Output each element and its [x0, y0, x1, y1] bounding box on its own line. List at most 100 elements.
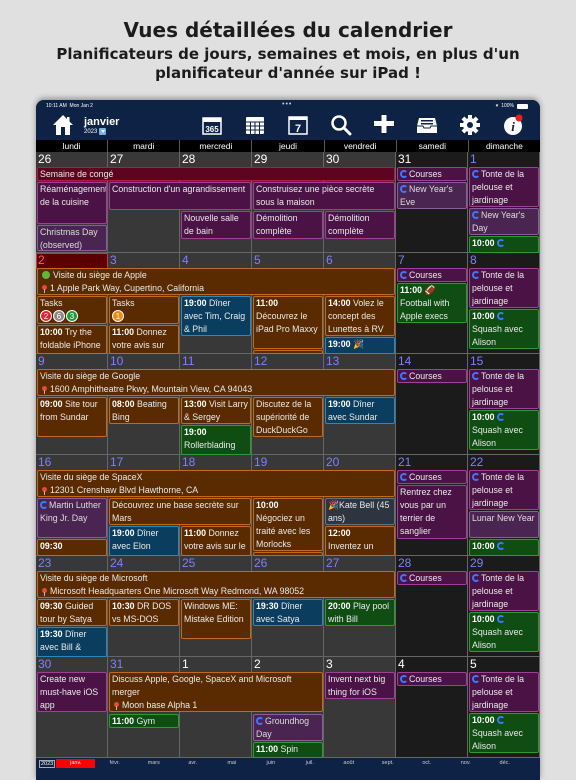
- month-tab[interactable]: juil.: [290, 759, 329, 768]
- day-number: 7: [398, 253, 405, 267]
- month-tab[interactable]: sept.: [368, 759, 407, 768]
- event-intro[interactable]: 09:30 Introduction: [37, 539, 107, 556]
- event-feedback[interactable]: 11:00 Donnez votre avis sur: [109, 325, 179, 354]
- event-lawn[interactable]: Tonte de la pelouse et jardinage: [469, 369, 539, 409]
- event-squash[interactable]: 10:00 Squash avec Alison: [469, 410, 539, 450]
- event-demolition[interactable]: Démolition complète: [253, 211, 323, 239]
- event-holiday[interactable]: Groundhog Day: [253, 714, 323, 741]
- event-vacation-week[interactable]: Semaine de congé: [37, 167, 395, 181]
- weekday-label: mardi: [108, 140, 181, 152]
- event-groceries[interactable]: Courses: [397, 470, 467, 484]
- event-spacex-visit[interactable]: Visite du siège de SpaceX 12301 Crenshaw …: [37, 470, 395, 497]
- event-gym[interactable]: 11:00 Gym: [109, 714, 179, 728]
- info-icon[interactable]: i: [502, 114, 524, 136]
- tasks-summary[interactable]: Tasks 2 6 3: [37, 296, 107, 324]
- month-tab[interactable]: oct.: [407, 759, 446, 768]
- event-squash[interactable]: 10:00 Squash avec Alison: [469, 713, 539, 753]
- event-dinner[interactable]: 19:00 Dîner avec Tim, Craig & Phil: [181, 296, 251, 336]
- event-more[interactable]: [253, 552, 323, 556]
- year-view-365-icon[interactable]: 365: [201, 114, 223, 136]
- event-bathroom[interactable]: Nouvelle salle de bain: [181, 211, 251, 239]
- month-label[interactable]: janvier: [84, 116, 119, 128]
- event-holiday[interactable]: Lunar New Year: [469, 511, 539, 538]
- event-microsoft-visit[interactable]: Visite du siège de Microsoft Microsoft He…: [37, 571, 395, 598]
- event-lawn[interactable]: Tonte de la pelouse et jardinage: [469, 167, 539, 207]
- event-demolition[interactable]: Démolition complète: [325, 211, 395, 239]
- event-groceries[interactable]: Courses: [397, 268, 467, 282]
- event-google-visit[interactable]: Visite du siège de Google 1600 Amphitheat…: [37, 369, 395, 396]
- event-rollerblading[interactable]: 19:00 Rollerblading with: [181, 425, 251, 455]
- event-dinner[interactable]: 19:30 Dîner avec Bill & Melinda: [37, 627, 107, 657]
- event-holiday[interactable]: Martin Luther King Jr. Day: [37, 498, 107, 538]
- event-birthday[interactable]: 🎉Kate Bell (45 ans): [325, 498, 395, 525]
- event-lawn[interactable]: Tonte de la pelouse et jardinage: [469, 470, 539, 510]
- month-tab[interactable]: août: [329, 759, 368, 768]
- event-windows-me[interactable]: Windows ME: Mistake Edition: [181, 599, 251, 639]
- month-grid-icon[interactable]: [244, 114, 266, 136]
- event-lawn[interactable]: Tonte de la pelouse et jardinage: [469, 571, 539, 611]
- event-groceries[interactable]: Courses: [397, 167, 467, 181]
- event-guided-tour[interactable]: 09:30 Guided tour by Satya: [37, 599, 107, 626]
- add-icon[interactable]: [373, 114, 395, 136]
- multitask-dots[interactable]: •••: [282, 101, 292, 108]
- event-apple-visit[interactable]: Visite du siège de Apple 1 Apple Park Way…: [37, 268, 395, 295]
- event-next-big-thing[interactable]: Invent next big thing for iOS: [325, 672, 395, 699]
- event-dinner[interactable]: 19:00 Dîner avec Elon: [109, 526, 179, 556]
- settings-gear-icon[interactable]: [459, 114, 481, 136]
- home-icon[interactable]: [52, 114, 74, 136]
- event-dinner[interactable]: 19:00 Dîner avec Sundar: [325, 397, 395, 424]
- event-badger-tunnel[interactable]: Rentrez chez vous par un terrier de sang…: [397, 485, 467, 539]
- inbox-icon[interactable]: [416, 114, 438, 136]
- event-holiday[interactable]: New Year's Eve: [397, 182, 467, 209]
- event-dinner[interactable]: 19:30 Dîner avec Satya: [253, 599, 323, 626]
- chevron-down-icon[interactable]: [99, 128, 107, 135]
- month-tab[interactable]: janv.: [56, 759, 96, 768]
- event-pool[interactable]: 20:00 Play pool with Bill: [325, 599, 395, 626]
- event-larry-sergey[interactable]: 13:00 Visit Larry & Sergey: [181, 397, 251, 424]
- month-tab[interactable]: nov.: [446, 759, 485, 768]
- month-tab[interactable]: juin: [251, 759, 290, 768]
- month-tab[interactable]: mai: [212, 759, 251, 768]
- event-spin[interactable]: 11:00 Spin class: [253, 742, 323, 758]
- event-lawn[interactable]: Tonte de la pelouse et jardinage: [469, 268, 539, 308]
- event-bing[interactable]: 08:00 Beating Bing: [109, 397, 179, 424]
- event-squash[interactable]: 10:00: [469, 236, 539, 253]
- month-tab[interactable]: déc.: [485, 759, 524, 768]
- event-squash[interactable]: 10:00 Squash avec Alison: [469, 309, 539, 349]
- month-bar-year[interactable]: 2023: [39, 760, 56, 768]
- event-invent[interactable]: 12:00 Inventez un: [325, 526, 395, 556]
- event-extension[interactable]: Construction d'un agrandissement: [109, 182, 251, 210]
- event-dos[interactable]: 10:30 DR DOS vs MS-DOS: [109, 599, 179, 626]
- month-tab[interactable]: avr.: [173, 759, 212, 768]
- event-holiday[interactable]: Christmas Day (observed): [37, 225, 107, 251]
- event-squash[interactable]: 10:00: [469, 539, 539, 556]
- event-site-tour[interactable]: 09:00 Site tour from Sundar: [37, 397, 107, 437]
- event-groceries[interactable]: Courses: [397, 672, 467, 686]
- month-tab[interactable]: févr.: [95, 759, 134, 768]
- event-mars-base[interactable]: Découvrez une base secrète sur Mars: [109, 498, 251, 525]
- event-merger[interactable]: Discuss Apple, Google, SpaceX and Micros…: [109, 672, 323, 712]
- event-ipad[interactable]: 11:00 Découvrez le iPad Pro Maxxy: [253, 296, 323, 349]
- event-more[interactable]: [253, 350, 323, 354]
- tasks-summary[interactable]: Tasks 1: [109, 296, 179, 324]
- month-tab[interactable]: mars: [134, 759, 173, 768]
- event-try-foldable[interactable]: 10:00 Try the foldable iPhone 15: [37, 325, 107, 354]
- event-holiday[interactable]: New Year's Day: [469, 208, 539, 235]
- event-squash[interactable]: 10:00 Squash avec Alison: [469, 612, 539, 652]
- event-party[interactable]: 19:00 🎉: [325, 337, 395, 354]
- week-7-icon[interactable]: 7: [287, 114, 309, 136]
- event-duckduckgo[interactable]: Discutez de la supériorité de DuckDuckGo: [253, 397, 323, 437]
- event-kitchen[interactable]: Réaménagement de la cuisine: [37, 182, 107, 224]
- location-pin-icon: [42, 386, 47, 394]
- year-selector[interactable]: 2023: [84, 128, 107, 135]
- search-icon[interactable]: [330, 114, 352, 136]
- event-football[interactable]: 11:00 🏈 Football with Apple execs: [397, 283, 467, 323]
- event-feedback[interactable]: 11:00 Donnez votre avis sur le Tesla: [181, 526, 251, 556]
- event-morlocks[interactable]: 10:00 Négociez un traité avec les Morloc…: [253, 498, 323, 551]
- event-vr-glasses[interactable]: 14:00 Volez le concept des Lunettes à RV: [325, 296, 395, 336]
- event-ios-app[interactable]: Create new must-have iOS app: [37, 672, 107, 712]
- event-groceries[interactable]: Courses: [397, 571, 467, 585]
- event-lawn[interactable]: Tonte de la pelouse et jardinage: [469, 672, 539, 712]
- event-secret-room[interactable]: Construisez une pièce secrète sous la ma…: [253, 182, 395, 210]
- event-groceries[interactable]: Courses: [397, 369, 467, 383]
